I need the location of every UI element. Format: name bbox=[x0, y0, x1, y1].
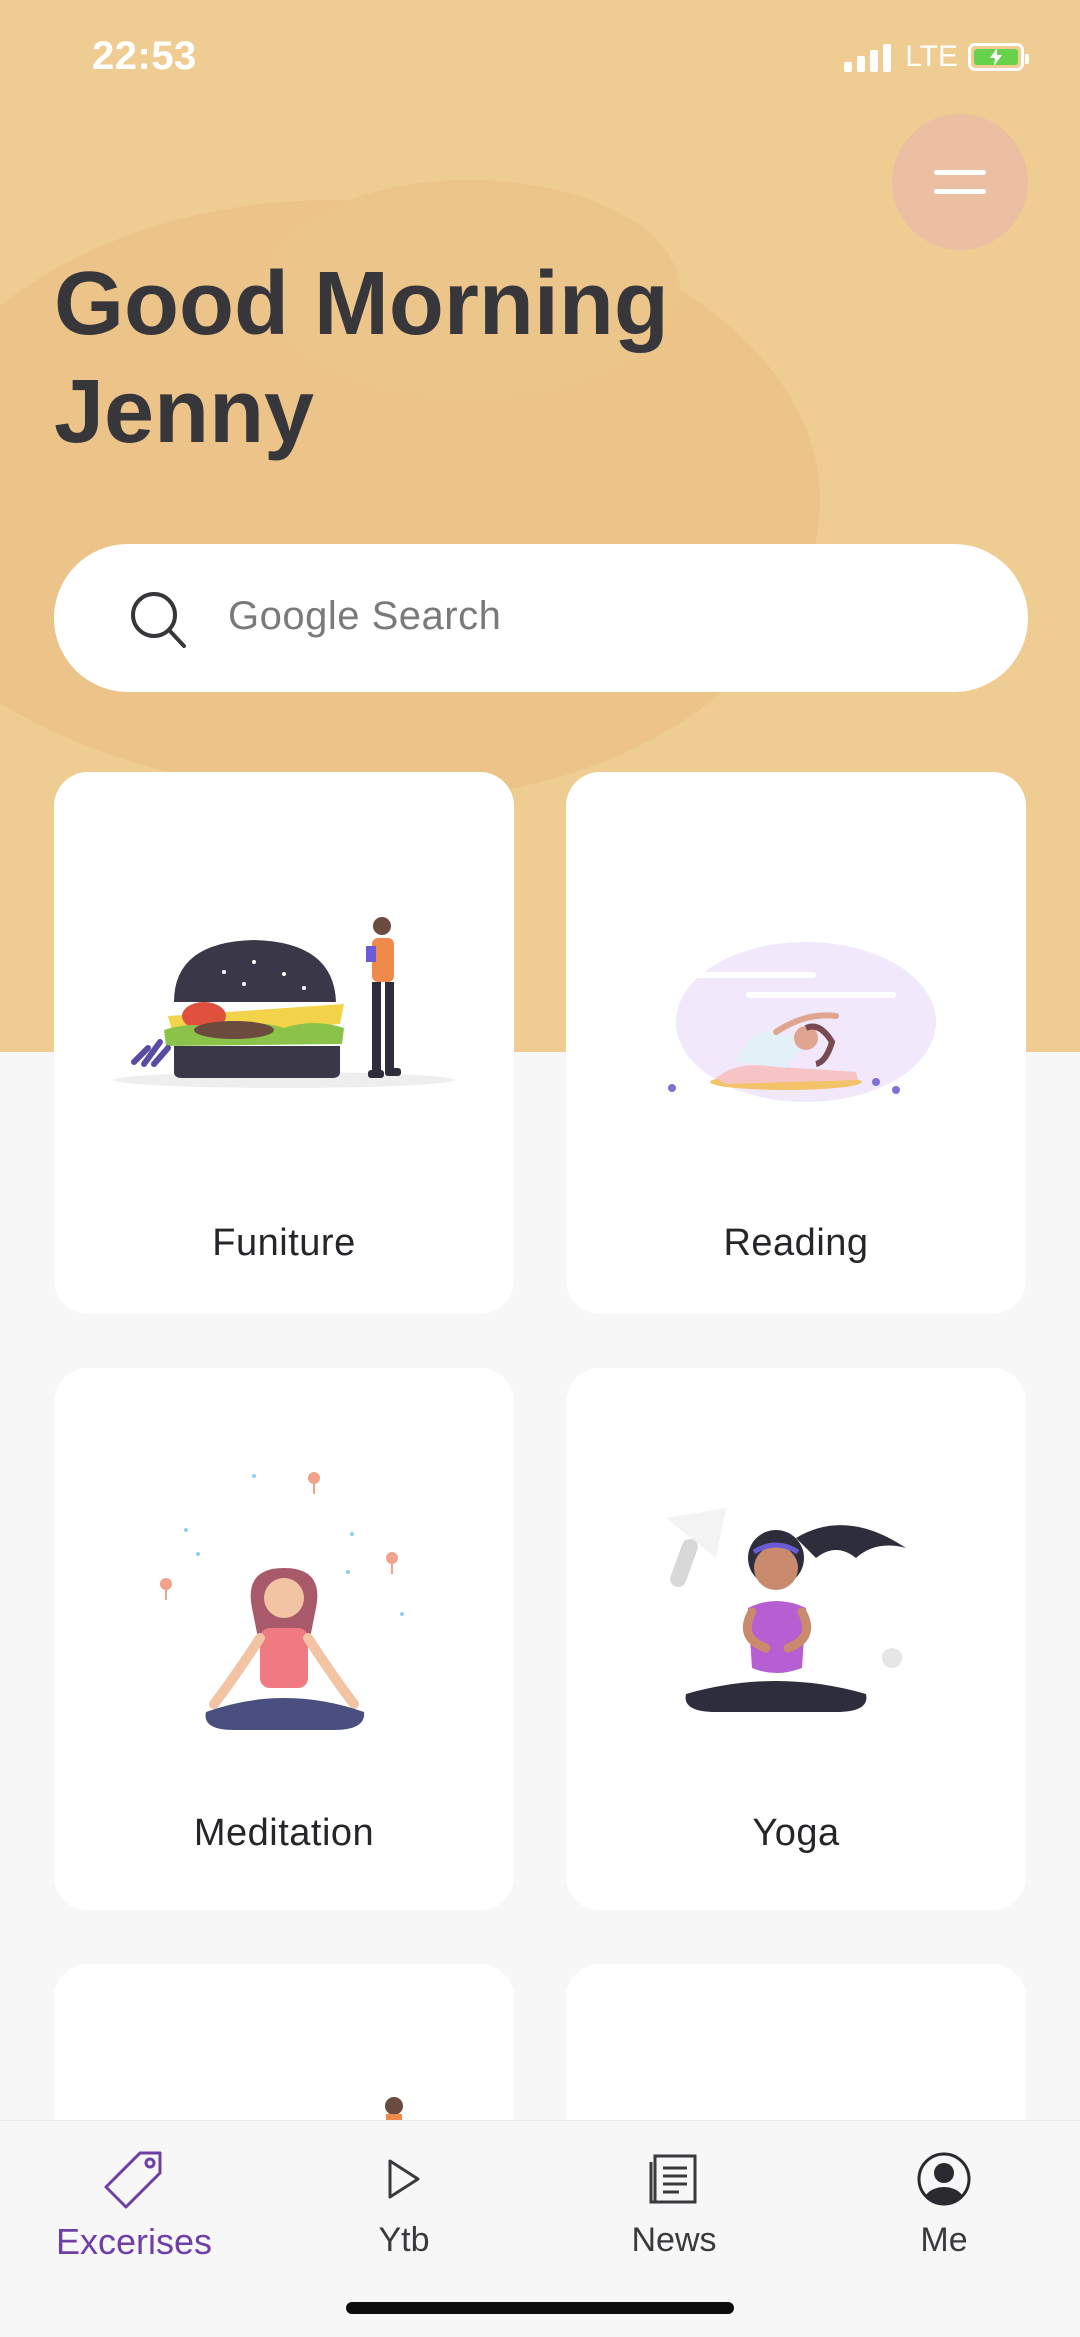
nav-label: Ytb bbox=[378, 2221, 430, 2259]
greeting-title: Good Morning Jenny bbox=[54, 250, 669, 466]
greeting-line-2: Jenny bbox=[54, 362, 315, 462]
tag-icon bbox=[104, 2151, 162, 2209]
card-label: Funiture bbox=[212, 1222, 356, 1264]
card-label: Meditation bbox=[193, 1812, 375, 1854]
meditation-illustration bbox=[160, 1472, 404, 1730]
signal-icon bbox=[844, 42, 892, 72]
category-card-yoga[interactable]: Yoga bbox=[566, 1368, 1026, 1910]
profile-icon bbox=[917, 2152, 971, 2206]
burger-illustration bbox=[114, 917, 454, 1088]
greeting-line-1: Good Morning bbox=[54, 254, 669, 354]
card-label: Reading bbox=[723, 1222, 869, 1264]
news-icon bbox=[649, 2154, 697, 2204]
status-time: 22:53 bbox=[92, 34, 197, 78]
nav-label: News bbox=[631, 2221, 717, 2259]
battery-icon bbox=[968, 43, 1029, 71]
nav-item-me[interactable]: Me bbox=[844, 2147, 1044, 2260]
nav-item-news[interactable]: News bbox=[574, 2147, 774, 2260]
nav-item-ytb[interactable]: Ytb bbox=[304, 2147, 504, 2260]
play-icon bbox=[388, 2159, 420, 2199]
menu-button[interactable] bbox=[892, 114, 1028, 250]
category-card-meditation[interactable]: Meditation bbox=[54, 1368, 514, 1910]
stretching-illustration bbox=[668, 942, 936, 1102]
hamburger-icon bbox=[934, 189, 986, 194]
nav-label: Me bbox=[920, 2221, 968, 2259]
search-placeholder: Google Search bbox=[228, 594, 502, 638]
search-bar[interactable]: Google Search bbox=[54, 544, 1028, 692]
category-card-reading[interactable]: Reading bbox=[566, 772, 1026, 1314]
search-icon bbox=[131, 592, 186, 648]
network-type: LTE bbox=[905, 40, 958, 73]
home-indicator[interactable] bbox=[346, 2302, 734, 2314]
category-card-funiture[interactable]: Funiture bbox=[54, 772, 514, 1314]
nav-label: Excerises bbox=[55, 2221, 213, 2262]
status-indicators: LTE bbox=[844, 40, 1029, 74]
nav-item-excerises[interactable]: Excerises bbox=[34, 2147, 234, 2263]
hamburger-icon bbox=[934, 170, 986, 175]
card-label: Yoga bbox=[752, 1812, 840, 1854]
yoga-illustration bbox=[666, 1508, 906, 1712]
